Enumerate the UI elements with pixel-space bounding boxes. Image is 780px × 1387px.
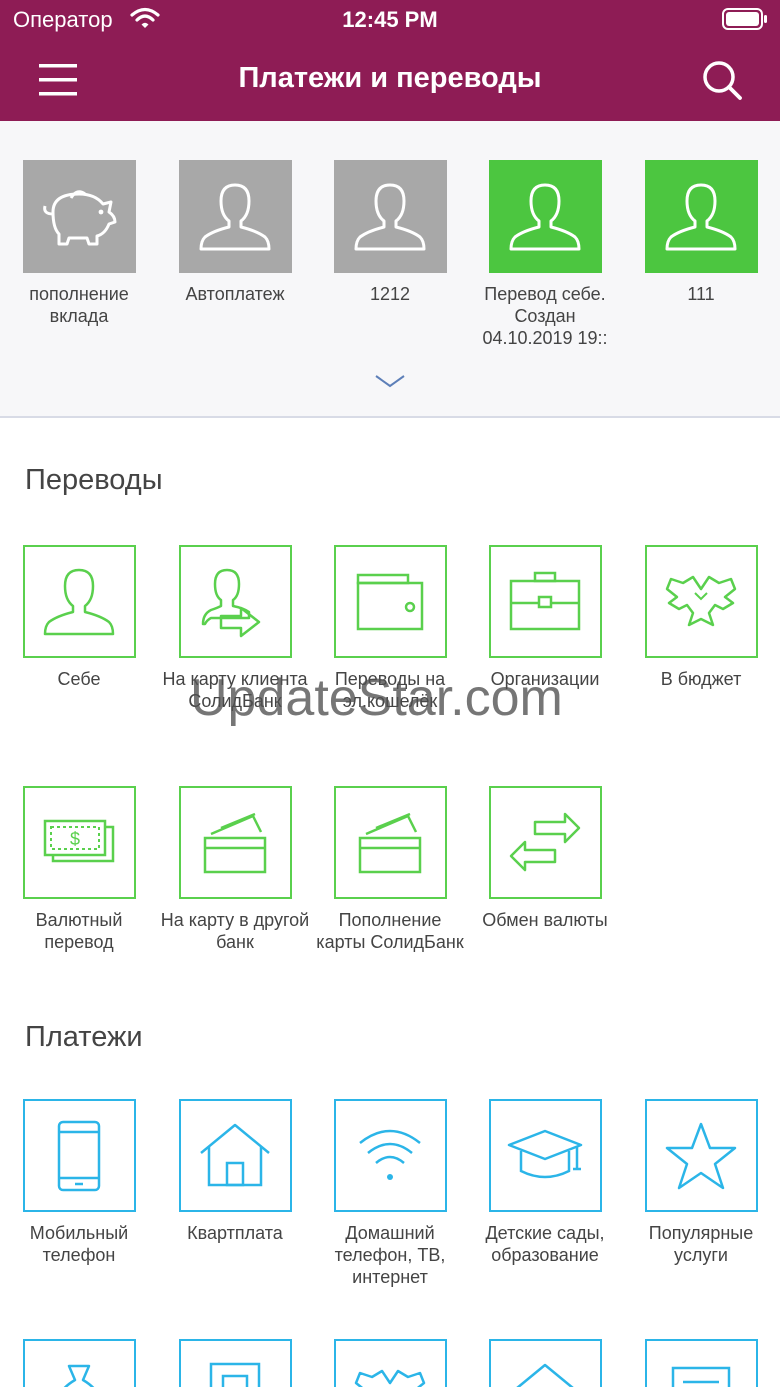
favorite-label: Автоплатеж xyxy=(185,284,285,304)
transfer-label: Себе xyxy=(57,669,101,689)
person-icon xyxy=(199,183,271,250)
transfer-item-budget[interactable]: В бюджет xyxy=(626,545,776,690)
payment-item-rent[interactable]: Квартплата xyxy=(160,1099,310,1244)
payment-item-popular[interactable]: Популярные услуги xyxy=(626,1099,776,1266)
payment-tile xyxy=(333,1339,447,1387)
transfer-item-currency[interactable]: $ Валютный перевод xyxy=(4,786,154,953)
payment-tile xyxy=(644,1099,758,1212)
transfer-tile xyxy=(488,786,602,899)
payment-tile xyxy=(22,1099,136,1212)
graduation-cap-icon xyxy=(507,1129,583,1178)
status-bar: Оператор 12:45 PM xyxy=(0,0,780,40)
watermark: UpdateStar.com xyxy=(190,669,563,727)
transfer-tile: $ xyxy=(22,786,136,899)
favorite-item[interactable]: Автоплатеж xyxy=(160,160,310,305)
person-icon xyxy=(509,183,581,250)
wifi-icon xyxy=(359,1129,421,1180)
payment-label: Домашний телефон, ТВ, интернет xyxy=(334,1223,446,1287)
id-card-icon xyxy=(209,1362,261,1387)
favorite-tile xyxy=(22,160,136,273)
cards-icon xyxy=(358,812,422,873)
favorite-item[interactable]: 111 xyxy=(626,160,776,305)
transfer-tile xyxy=(178,786,292,899)
payment-tile xyxy=(178,1099,292,1212)
payment-tile xyxy=(644,1339,758,1387)
favorite-label: 1212 xyxy=(369,284,411,304)
person-arrow-icon xyxy=(201,568,261,637)
wallet-icon xyxy=(356,573,424,630)
transfer-tile xyxy=(644,545,758,658)
piggy-bank-icon xyxy=(43,189,117,245)
transfer-label: Пополнение карты СолидБанк xyxy=(316,910,464,952)
person-icon xyxy=(354,183,426,250)
transfer-tile xyxy=(178,545,292,658)
favorite-label: Перевод себе. Создан 04.10.2019 19:: xyxy=(482,284,608,348)
payment-label: Популярные услуги xyxy=(648,1223,754,1265)
transfer-tile xyxy=(22,545,136,658)
chevron-down-icon[interactable] xyxy=(374,373,406,389)
payment-item-partial[interactable] xyxy=(160,1339,310,1387)
payment-item-partial[interactable] xyxy=(470,1339,620,1387)
transfer-tile xyxy=(488,545,602,658)
payment-label: Детские сады, образование xyxy=(485,1223,605,1265)
payment-item-mobile[interactable]: Мобильный телефон xyxy=(4,1099,154,1266)
transfer-item-card-topup[interactable]: Пополнение карты СолидБанк xyxy=(315,786,465,953)
payment-label: Мобильный телефон xyxy=(29,1223,129,1265)
transfer-tile xyxy=(333,786,447,899)
app-header: Платежи и переводы xyxy=(0,40,780,121)
search-icon[interactable] xyxy=(700,58,744,102)
briefcase-icon xyxy=(509,571,581,630)
transfer-label: На карту в другой банк xyxy=(160,910,310,952)
favorite-item[interactable]: пополнение вклада xyxy=(4,160,154,327)
favorite-item[interactable]: Перевод себе. Создан 04.10.2019 19:: xyxy=(470,160,620,349)
payment-item-education[interactable]: Детские сады, образование xyxy=(470,1099,620,1266)
document-icon xyxy=(671,1366,731,1387)
double-eagle-icon xyxy=(354,1369,426,1387)
cards-icon xyxy=(203,812,267,873)
payment-item-home-phone-tv-internet[interactable]: Домашний телефон, ТВ, интернет xyxy=(315,1099,465,1288)
payment-tile xyxy=(178,1339,292,1387)
payment-item-partial[interactable] xyxy=(4,1339,154,1387)
payment-tile xyxy=(488,1099,602,1212)
transfer-label: Валютный перевод xyxy=(35,910,123,952)
transfer-tile xyxy=(333,545,447,658)
exchange-arrows-icon xyxy=(509,812,581,871)
payment-label: Квартплата xyxy=(187,1223,283,1243)
money-bag-icon xyxy=(63,1364,95,1387)
transfer-item-other-bank-card[interactable]: На карту в другой банк xyxy=(160,786,310,953)
house-icon xyxy=(515,1363,575,1387)
payment-tile xyxy=(333,1099,447,1212)
smartphone-icon xyxy=(57,1120,101,1191)
clock: 12:45 PM xyxy=(342,7,438,32)
favorite-item[interactable]: 1212 xyxy=(315,160,465,305)
payment-item-partial[interactable] xyxy=(315,1339,465,1387)
person-icon xyxy=(43,568,115,635)
favorite-tile xyxy=(333,160,447,273)
double-eagle-icon xyxy=(665,575,737,626)
favorite-label: 111 xyxy=(687,284,715,304)
favorite-tile xyxy=(178,160,292,273)
battery-icon xyxy=(722,8,767,30)
section-title-transfers: Переводы xyxy=(25,464,163,496)
star-icon xyxy=(665,1122,737,1189)
person-icon xyxy=(665,183,737,250)
payment-item-partial[interactable] xyxy=(626,1339,776,1387)
house-icon xyxy=(200,1123,270,1186)
favorite-label: пополнение вклада xyxy=(29,284,129,326)
banknotes-icon: $ xyxy=(43,819,115,862)
transfer-item-self[interactable]: Себе xyxy=(4,545,154,690)
transfer-label: В бюджет xyxy=(660,669,742,689)
section-title-payments: Платежи xyxy=(25,1021,143,1053)
favorite-tile xyxy=(644,160,758,273)
payment-tile xyxy=(22,1339,136,1387)
page-title: Платежи и переводы xyxy=(238,62,542,94)
transfer-label: Обмен валюты xyxy=(482,910,608,930)
svg-text:$: $ xyxy=(70,829,80,849)
transfer-item-exchange[interactable]: Обмен валюты xyxy=(470,786,620,931)
favorites-panel: пополнение вклада Автоплатеж 1212 Перево… xyxy=(0,121,780,418)
favorite-tile xyxy=(488,160,602,273)
payment-tile xyxy=(488,1339,602,1387)
